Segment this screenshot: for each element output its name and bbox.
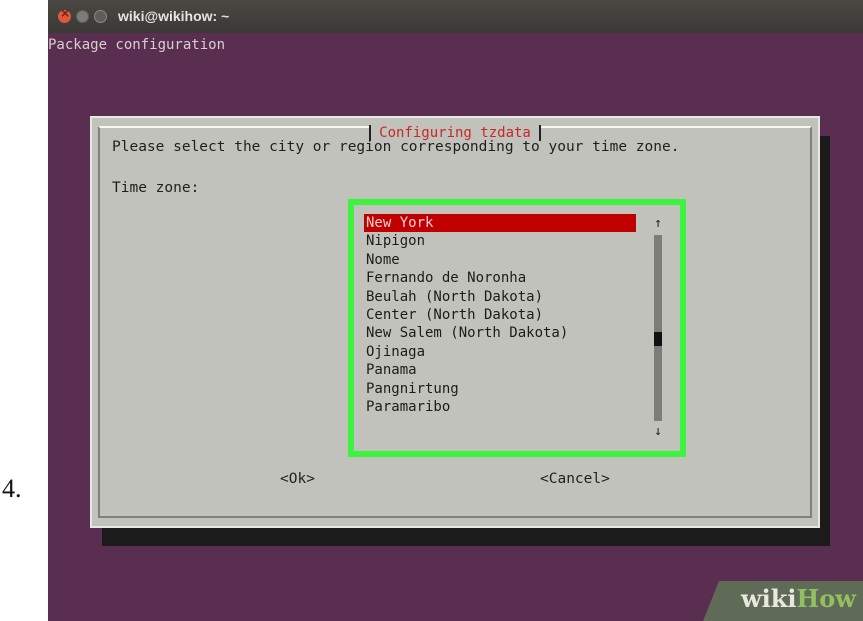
list-item-panama[interactable]: Panama <box>364 361 636 379</box>
list-item-ojinaga[interactable]: Ojinaga <box>364 343 636 361</box>
close-window-icon[interactable] <box>58 6 71 23</box>
list-item-paramaribo[interactable]: Paramaribo <box>364 398 636 416</box>
watermark-how: How <box>796 584 856 613</box>
list-item-new-york[interactable]: New York <box>364 214 636 233</box>
scroll-down-arrow-icon[interactable]: ↓ <box>651 425 665 439</box>
dialog-prompt: Please select the city or region corresp… <box>112 139 680 155</box>
minimize-window-icon[interactable] <box>76 10 89 23</box>
scroll-thumb[interactable] <box>654 332 662 346</box>
scroll-up-arrow-icon[interactable]: ↑ <box>651 217 665 231</box>
tzdata-dialog: Configuring tzdata Please select the cit… <box>90 116 820 528</box>
list-item-nome[interactable]: Nome <box>364 251 636 269</box>
list-scrollbar[interactable]: ↑ ↓ <box>651 217 665 439</box>
list-item-beulah[interactable]: Beulah (North Dakota) <box>364 288 636 306</box>
list-item-center[interactable]: Center (North Dakota) <box>364 306 636 324</box>
window-titlebar: wiki@wikihow: ~ <box>48 0 863 33</box>
window-title: wiki@wikihow: ~ <box>118 8 230 24</box>
maximize-window-icon[interactable] <box>94 10 107 23</box>
scroll-track[interactable] <box>654 235 662 421</box>
time-zone-list: New York Nipigon Nome Fernando de Noronh… <box>364 214 636 416</box>
time-zone-listbox[interactable]: New York Nipigon Nome Fernando de Noronh… <box>360 211 674 445</box>
terminal-window: wiki@wikihow: ~ Package configuration Co… <box>48 0 863 621</box>
list-item-fernando-de-noronha[interactable]: Fernando de Noronha <box>364 269 636 287</box>
list-item-pangnirtung[interactable]: Pangnirtung <box>364 380 636 398</box>
watermark-wiki: wiki <box>741 584 797 613</box>
list-item-new-salem[interactable]: New Salem (North Dakota) <box>364 324 636 342</box>
step-number: 4. <box>2 474 22 503</box>
wikihow-watermark: wikiHow <box>703 581 863 621</box>
terminal-header: Package configuration <box>48 37 226 53</box>
time-zone-label: Time zone: <box>112 180 200 196</box>
cancel-button[interactable]: <Cancel> <box>540 471 610 487</box>
list-item-nipigon[interactable]: Nipigon <box>364 232 636 250</box>
watermark-logo: wikiHow <box>741 584 856 613</box>
ok-button[interactable]: <Ok> <box>280 471 315 487</box>
